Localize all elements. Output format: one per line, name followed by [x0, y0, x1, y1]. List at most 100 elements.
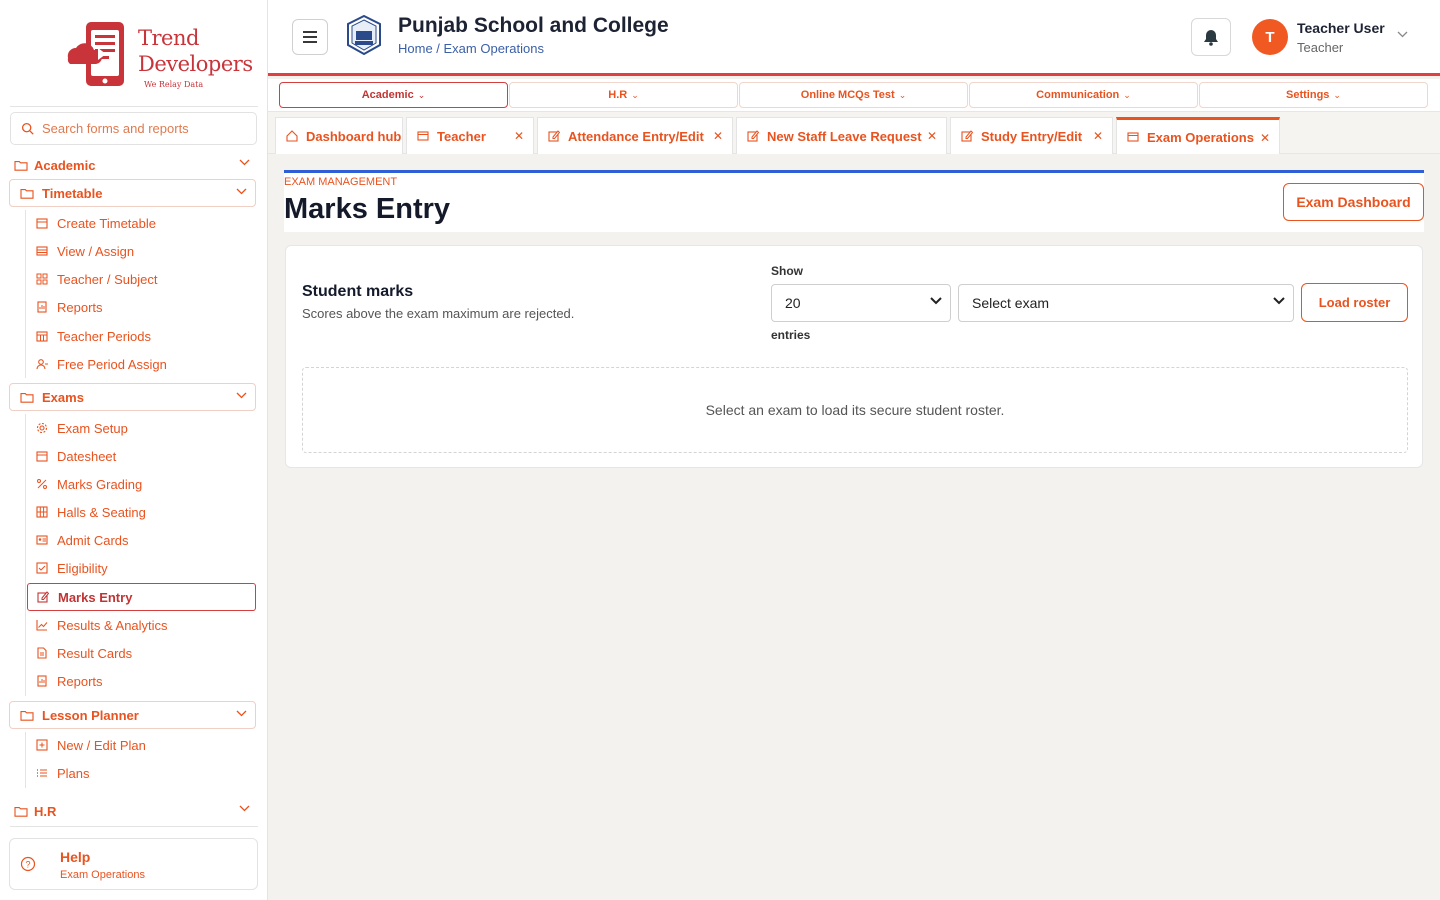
svg-text:?: ? [25, 860, 30, 870]
calendar-icon [36, 451, 48, 462]
sidebar-item-halls-seating[interactable]: Halls & Seating [27, 498, 256, 526]
search-box[interactable] [10, 112, 257, 145]
user-name[interactable]: Teacher User [1297, 20, 1385, 36]
brand-line2: Developers [138, 52, 253, 76]
topmenu-label: H.R [608, 89, 628, 101]
edit-icon [961, 130, 973, 142]
sidebar-item-view-assign[interactable]: View / Assign [27, 237, 256, 265]
sidebar-item-label: Marks Entry [58, 589, 133, 605]
school-crest-icon [347, 15, 381, 55]
page-header: EXAM MANAGEMENT Marks Entry Exam Dashboa… [284, 170, 1424, 232]
card-subtitle: Scores above the exam maximum are reject… [302, 306, 575, 321]
help-panel[interactable]: ? Help Exam Operations [9, 838, 258, 890]
sidebar-group-lesson-planner[interactable]: Lesson Planner [9, 701, 256, 729]
close-tab-icon[interactable]: ✕ [927, 129, 937, 143]
exam-dashboard-button[interactable]: Exam Dashboard [1283, 183, 1424, 221]
sidebar-item-plans[interactable]: Plans [27, 759, 256, 787]
topmenu-academic[interactable]: Academic ⌄ [279, 82, 508, 108]
sidebar-item-label: Teacher / Subject [57, 271, 158, 287]
tab-attendance-entry[interactable]: Attendance Entry/Edit ✕ [537, 117, 733, 154]
search-icon [21, 122, 34, 135]
sidebar-item-label: Reports [57, 299, 103, 315]
empty-state: Select an exam to load its secure studen… [302, 367, 1408, 453]
brand-tagline: We Relay Data [144, 80, 204, 89]
sidebar-item-label: Create Timetable [57, 215, 156, 231]
notifications-button[interactable] [1191, 18, 1231, 56]
chevron-down-icon [1273, 297, 1285, 305]
sidebar-item-results-analytics[interactable]: Results & Analytics [27, 611, 256, 639]
percent-icon [37, 479, 47, 489]
sidebar-group-exams[interactable]: Exams [9, 383, 256, 411]
sidebar-item-new-edit-plan[interactable]: New / Edit Plan [27, 731, 256, 759]
sidebar-item-exam-setup[interactable]: Exam Setup [27, 414, 256, 442]
edit-icon [548, 130, 560, 142]
brand-logo: Trend Developers We Relay Data [58, 18, 253, 94]
close-tab-icon[interactable]: ✕ [1260, 131, 1270, 145]
edit-icon [37, 591, 49, 603]
page-size-select[interactable]: 20 [771, 284, 951, 322]
entries-label: entries [771, 328, 811, 342]
sidebar-item-exam-reports[interactable]: Reports [27, 667, 256, 695]
breadcrumb[interactable]: Home / Exam Operations [398, 41, 544, 56]
topmenu-label: Online MCQs Test [800, 89, 895, 101]
brand-line1: Trend [138, 26, 199, 50]
avatar[interactable]: T [1252, 19, 1288, 55]
chevron-down-icon [236, 392, 247, 399]
app-header: Punjab School and College Home / Exam Op… [268, 0, 1440, 76]
tree-line [25, 732, 26, 788]
sidebar-item-label: Exam Setup [57, 420, 128, 436]
tab-staff-leave-request[interactable]: New Staff Leave Request ✕ [736, 117, 947, 154]
sidebar-item-label: Plans [57, 765, 90, 781]
window-icon [417, 131, 429, 141]
sidebar-item-label: Result Cards [57, 645, 133, 661]
report-icon [37, 301, 47, 313]
search-input[interactable] [42, 121, 242, 136]
tab-label: New Staff Leave Request [767, 128, 922, 144]
menu-toggle-button[interactable] [292, 19, 328, 55]
chevron-down-icon [236, 710, 247, 717]
chevron-down-icon[interactable] [1397, 31, 1408, 38]
caret-down-icon: ⌄ [898, 89, 907, 100]
sidebar-section-academic[interactable]: Academic [10, 154, 258, 176]
sidebar-item-label: New / Edit Plan [57, 737, 146, 753]
close-tab-icon[interactable]: ✕ [713, 129, 723, 143]
topmenu-online-mcqs[interactable]: Online MCQs Test ⌄ [739, 82, 968, 108]
table-icon [36, 246, 48, 256]
page-size-value: 20 [785, 295, 801, 311]
sidebar-item-result-cards[interactable]: Result Cards [27, 639, 256, 667]
page-title: Marks Entry [284, 193, 451, 225]
sidebar-section-hr[interactable]: H.R [10, 800, 258, 822]
close-tab-icon[interactable]: ✕ [1093, 129, 1103, 143]
tab-label: Dashboard hub [306, 128, 402, 144]
sidebar-item-marks-entry[interactable]: Marks Entry [27, 583, 256, 611]
sidebar-item-teacher-subject[interactable]: Teacher / Subject [27, 265, 256, 293]
tab-dashboard-hub[interactable]: Dashboard hub [275, 117, 403, 154]
sidebar-item-teacher-periods[interactable]: Teacher Periods [27, 322, 256, 350]
sidebar-item-eligibility[interactable]: Eligibility [27, 554, 256, 582]
user-plus-icon [36, 359, 48, 370]
sidebar-item-timetable-reports[interactable]: Reports [27, 293, 256, 321]
sidebar-item-free-period-assign[interactable]: Free Period Assign [27, 350, 256, 378]
sidebar-group-label: Timetable [42, 185, 103, 201]
tab-teacher[interactable]: Teacher ✕ [406, 117, 534, 154]
sidebar-item-marks-grading[interactable]: Marks Grading [27, 470, 256, 498]
sidebar-item-admit-cards[interactable]: Admit Cards [27, 526, 256, 554]
exam-select[interactable]: Select exam [958, 284, 1294, 322]
close-tab-icon[interactable]: ✕ [514, 129, 524, 143]
topmenu-label: Communication [1036, 89, 1120, 101]
card-title: Student marks [302, 283, 414, 300]
sidebar-item-create-timetable[interactable]: Create Timetable [27, 209, 256, 237]
divider [10, 826, 258, 827]
topmenu-settings[interactable]: Settings ⌄ [1199, 82, 1428, 108]
topmenu-communication[interactable]: Communication ⌄ [969, 82, 1198, 108]
tab-label: Teacher [437, 128, 486, 144]
tab-study-entry[interactable]: Study Entry/Edit ✕ [950, 117, 1113, 154]
topmenu-label: Settings [1286, 89, 1330, 101]
topmenu-hr[interactable]: H.R ⌄ [509, 82, 738, 108]
load-roster-button[interactable]: Load roster [1301, 283, 1408, 322]
tab-exam-operations[interactable]: Exam Operations ✕ [1116, 117, 1280, 154]
sidebar-item-datesheet[interactable]: Datesheet [27, 442, 256, 470]
sidebar-group-timetable[interactable]: Timetable [9, 179, 256, 207]
tree-line [25, 414, 26, 696]
caret-down-icon: ⌄ [631, 89, 639, 100]
